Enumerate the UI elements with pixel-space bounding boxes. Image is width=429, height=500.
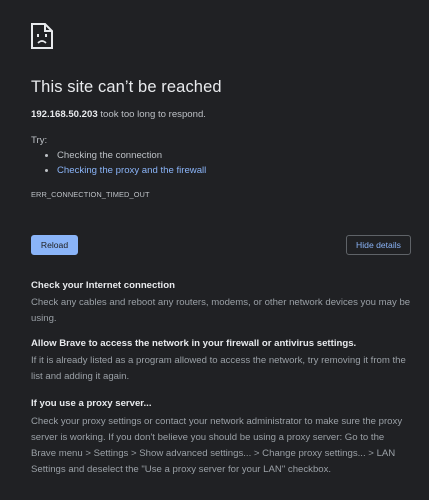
details-body-proxy: Check your proxy settings or contact you… xyxy=(31,416,403,475)
try-label: Try: xyxy=(31,135,48,146)
error-summary-text: took too long to respond. xyxy=(97,109,206,120)
suggestion-label: Checking the connection xyxy=(57,150,163,161)
host-address: 192.168.50.203 xyxy=(31,109,98,120)
details-heading-proxy: If you use a proxy server... xyxy=(31,398,152,409)
suggestion-list: Checking the connection Checking the pro… xyxy=(31,148,206,178)
details-body-internet: Check any cables and reboot any routers,… xyxy=(31,297,411,324)
details-body-firewall: If it is already listed as a program all… xyxy=(31,355,406,382)
error-code: ERR_CONNECTION_TIMED_OUT xyxy=(31,190,150,199)
error-page: This site can’t be reached 192.168.50.20… xyxy=(0,0,429,500)
suggestion-check-proxy[interactable]: Checking the proxy and the firewall xyxy=(57,163,206,178)
error-summary: 192.168.50.203 took too long to respond. xyxy=(31,109,206,120)
details-heading-internet: Check your Internet connection xyxy=(31,280,175,291)
page-title: This site can’t be reached xyxy=(31,78,222,96)
reload-button[interactable]: Reload xyxy=(31,235,78,255)
hide-details-button[interactable]: Hide details xyxy=(346,235,411,255)
check-proxy-firewall-link[interactable]: Checking the proxy and the firewall xyxy=(57,165,206,176)
sad-page-icon xyxy=(30,22,54,50)
details-heading-firewall: Allow Brave to access the network in you… xyxy=(31,338,357,349)
suggestion-check-connection: Checking the connection xyxy=(57,148,206,163)
